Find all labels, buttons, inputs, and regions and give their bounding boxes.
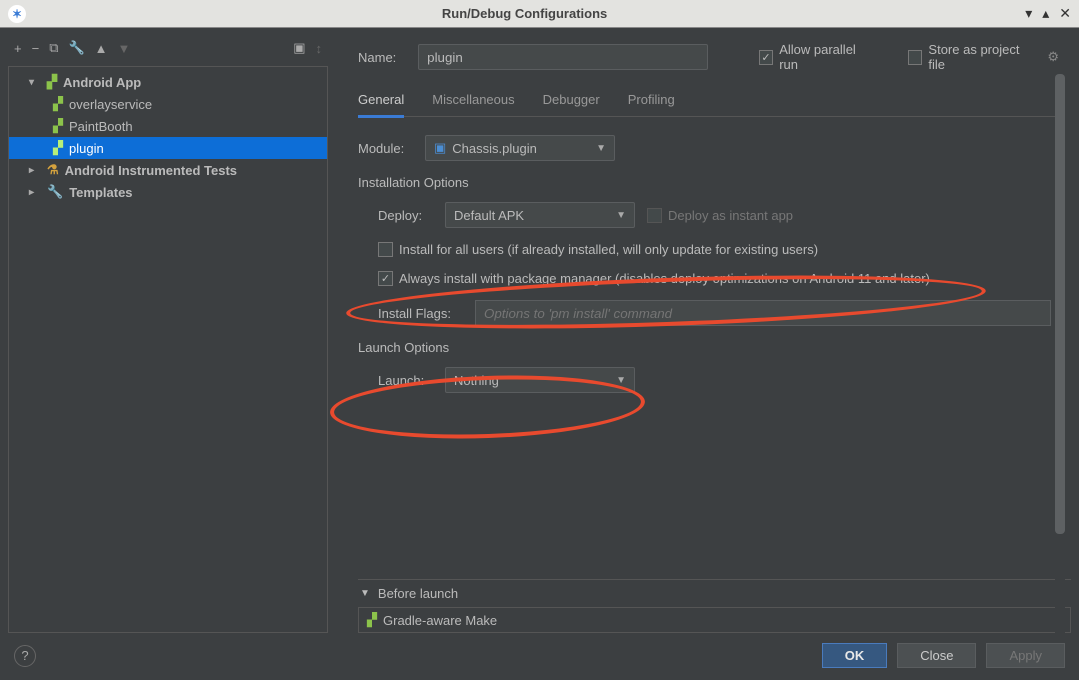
scrollbar-thumb[interactable] xyxy=(1055,74,1065,534)
app-icon: ✶ xyxy=(8,5,26,23)
dialog-footer: ? OK Close Apply xyxy=(8,633,1071,672)
android-icon: ▞ xyxy=(53,140,63,156)
tree-node-android-app[interactable]: ▾ ▞ Android App xyxy=(9,71,327,93)
chevron-down-icon: ▼ xyxy=(616,375,626,386)
gear-icon[interactable]: ⚙ xyxy=(1047,49,1059,65)
install-all-users-checkbox[interactable]: Install for all users (if already instal… xyxy=(378,242,818,257)
android-icon: ▞ xyxy=(367,612,377,628)
tree-label: Android App xyxy=(63,75,141,90)
chevron-right-icon: ▸ xyxy=(29,187,41,198)
checkbox-unchecked-icon xyxy=(647,208,662,223)
launch-section-label: Launch Options xyxy=(358,340,1059,355)
tree-label: plugin xyxy=(69,141,104,156)
tab-general[interactable]: General xyxy=(358,86,404,118)
checkbox-label: Allow parallel run xyxy=(779,42,874,72)
window-title: Run/Debug Configurations xyxy=(34,6,1015,21)
checkbox-label: Install for all users (if already instal… xyxy=(399,242,818,257)
module-label: Module: xyxy=(358,141,413,156)
tree-label: Android Instrumented Tests xyxy=(65,163,237,178)
sort-icon[interactable]: ↕ xyxy=(316,41,323,56)
before-launch-section: ▼ Before launch ▞ Gradle-aware Make xyxy=(358,579,1071,633)
android-icon: ▞ xyxy=(47,74,57,90)
close-window-icon[interactable]: ✕ xyxy=(1059,5,1071,22)
help-button[interactable]: ? xyxy=(14,645,36,667)
checkbox-unchecked-icon xyxy=(378,242,393,257)
wrench-icon: 🔧 xyxy=(47,184,63,200)
tab-bar: General Miscellaneous Debugger Profiling xyxy=(358,86,1059,117)
install-section-label: Installation Options xyxy=(358,175,1059,190)
tree-node-templates[interactable]: ▸ 🔧 Templates xyxy=(9,181,327,203)
apply-button[interactable]: Apply xyxy=(986,643,1065,668)
chevron-down-icon: ▾ xyxy=(29,77,41,88)
checkbox-label: Always install with package manager (dis… xyxy=(399,271,930,286)
before-launch-item-label: Gradle-aware Make xyxy=(383,613,497,628)
flask-icon: ⚗ xyxy=(47,162,59,178)
name-label: Name: xyxy=(358,50,406,65)
wrench-icon[interactable]: 🔧 xyxy=(68,40,84,56)
install-flags-label: Install Flags: xyxy=(378,306,463,321)
chevron-down-icon: ▼ xyxy=(596,143,606,154)
deploy-instant-checkbox[interactable]: Deploy as instant app xyxy=(647,208,793,223)
folder-icon[interactable]: ▣ xyxy=(293,40,305,56)
before-launch-item[interactable]: ▞ Gradle-aware Make xyxy=(358,607,1071,633)
launch-value: Nothing xyxy=(454,373,499,388)
maximize-icon[interactable]: ▴ xyxy=(1042,5,1049,22)
module-icon: ▣ xyxy=(434,140,446,156)
tree-label: overlayservice xyxy=(69,97,152,112)
tree-label: Templates xyxy=(69,185,132,200)
main-panel: + − ⧉ 🔧 ▲ ▼ ▣ ↕ ▾ ▞ Android App ▞ overla… xyxy=(0,28,1079,680)
before-launch-label: Before launch xyxy=(378,586,458,601)
title-bar: ✶ Run/Debug Configurations ▾ ▴ ✕ xyxy=(0,0,1079,28)
checkbox-checked-icon: ✓ xyxy=(759,50,773,65)
android-icon: ▞ xyxy=(53,96,63,112)
module-select[interactable]: ▣ Chassis.plugin ▼ xyxy=(425,135,615,161)
tree-node-plugin[interactable]: ▞ plugin xyxy=(9,137,327,159)
tree-node-paintbooth[interactable]: ▞ PaintBooth xyxy=(9,115,327,137)
tab-profiling[interactable]: Profiling xyxy=(628,86,675,116)
tree-label: PaintBooth xyxy=(69,119,133,134)
deploy-label: Deploy: xyxy=(378,208,433,223)
remove-icon[interactable]: − xyxy=(32,41,40,56)
sidebar: + − ⧉ 🔧 ▲ ▼ ▣ ↕ ▾ ▞ Android App ▞ overla… xyxy=(8,36,328,633)
checkbox-label: Deploy as instant app xyxy=(668,208,793,223)
store-project-checkbox[interactable]: Store as project file xyxy=(908,42,1035,72)
chevron-right-icon: ▸ xyxy=(29,165,41,176)
deploy-value: Default APK xyxy=(454,208,524,223)
scrollbar[interactable] xyxy=(1055,74,1065,634)
up-icon[interactable]: ▲ xyxy=(95,41,108,56)
config-toolbar: + − ⧉ 🔧 ▲ ▼ ▣ ↕ xyxy=(8,36,328,66)
down-icon[interactable]: ▼ xyxy=(118,41,131,56)
module-value: Chassis.plugin xyxy=(452,141,537,156)
close-button[interactable]: Close xyxy=(897,643,976,668)
config-panel: Name: ✓ Allow parallel run Store as proj… xyxy=(328,36,1071,633)
tab-debugger[interactable]: Debugger xyxy=(543,86,600,116)
copy-icon[interactable]: ⧉ xyxy=(49,40,58,56)
chevron-down-icon: ▼ xyxy=(616,210,626,221)
allow-parallel-checkbox[interactable]: ✓ Allow parallel run xyxy=(759,42,875,72)
before-launch-header[interactable]: ▼ Before launch xyxy=(358,579,1071,607)
tree-node-instrumented-tests[interactable]: ▸ ⚗ Android Instrumented Tests xyxy=(9,159,327,181)
deploy-select[interactable]: Default APK ▼ xyxy=(445,202,635,228)
add-icon[interactable]: + xyxy=(14,41,22,56)
ok-button[interactable]: OK xyxy=(822,643,888,668)
launch-select[interactable]: Nothing ▼ xyxy=(445,367,635,393)
checkbox-checked-icon: ✓ xyxy=(378,271,393,286)
checkbox-unchecked-icon xyxy=(908,50,922,65)
tab-miscellaneous[interactable]: Miscellaneous xyxy=(432,86,514,116)
checkbox-label: Store as project file xyxy=(928,42,1035,72)
minimize-icon[interactable]: ▾ xyxy=(1025,5,1032,22)
install-flags-input[interactable] xyxy=(475,300,1051,326)
chevron-down-icon: ▼ xyxy=(360,588,370,599)
tree-node-overlayservice[interactable]: ▞ overlayservice xyxy=(9,93,327,115)
config-tree: ▾ ▞ Android App ▞ overlayservice ▞ Paint… xyxy=(8,66,328,633)
name-input[interactable] xyxy=(418,44,708,70)
android-icon: ▞ xyxy=(53,118,63,134)
always-package-manager-checkbox[interactable]: ✓ Always install with package manager (d… xyxy=(378,271,930,286)
launch-label: Launch: xyxy=(378,373,433,388)
